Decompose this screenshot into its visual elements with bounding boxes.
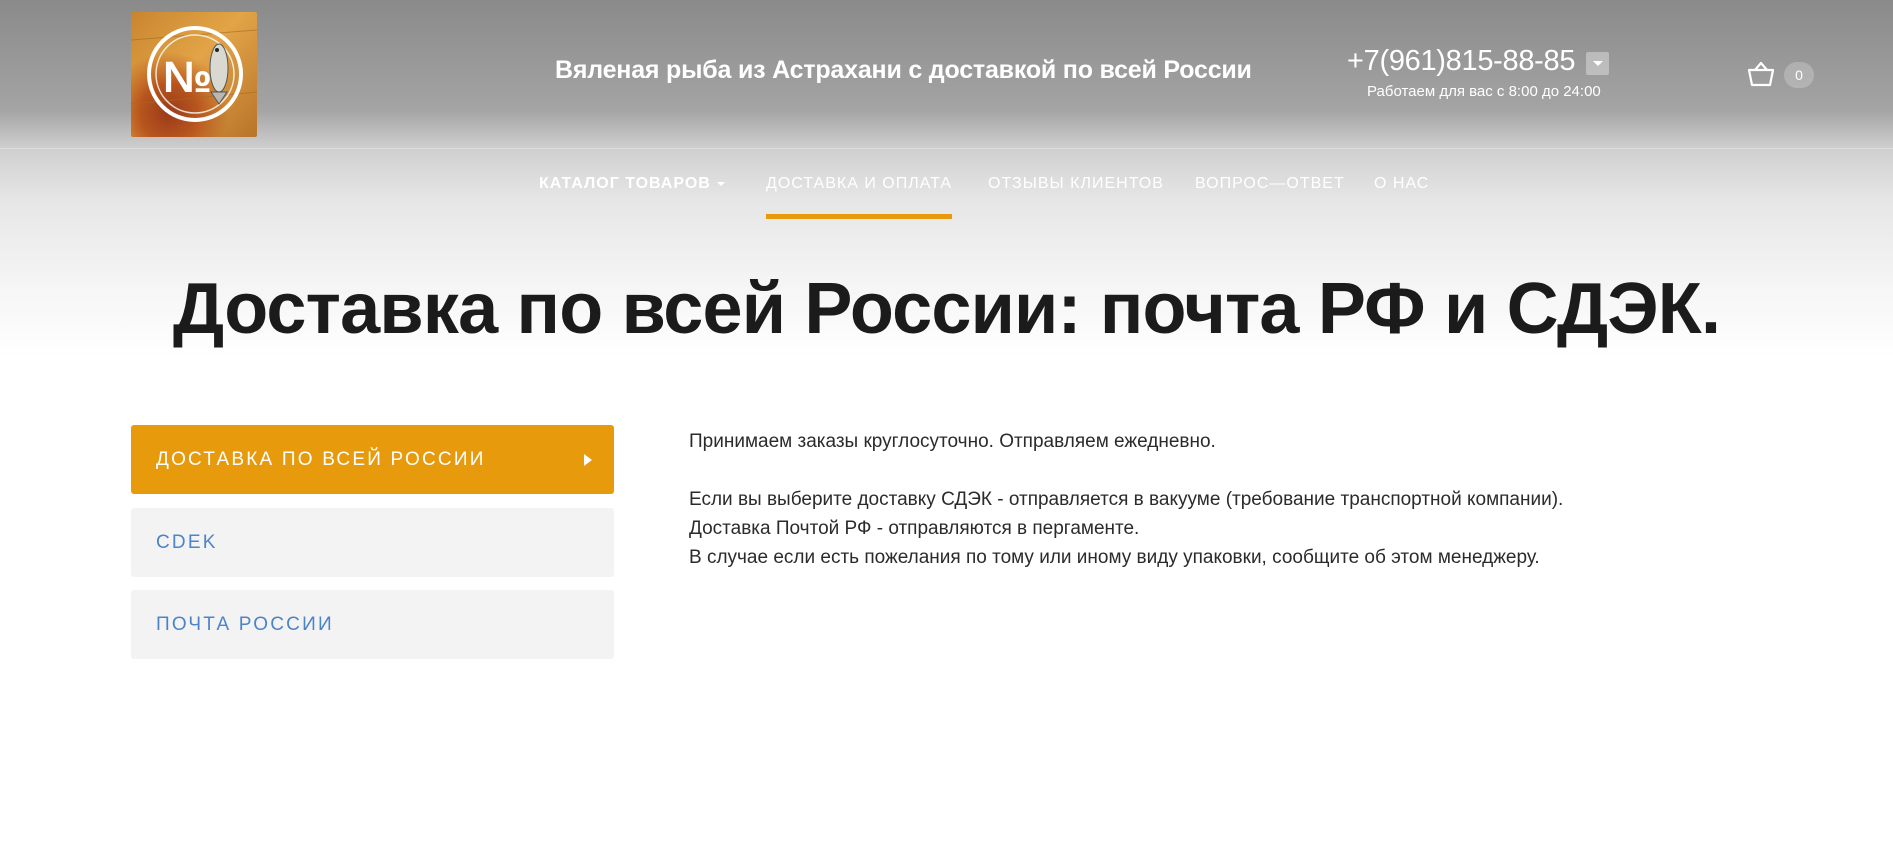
site-logo[interactable]: №: [131, 12, 257, 137]
site-tagline: Вяленая рыба из Астрахани с доставкой по…: [555, 56, 1252, 84]
fish-icon: [209, 43, 229, 105]
caret-right-icon: [584, 454, 592, 466]
delivery-info: Принимаем заказы круглосуточно. Отправля…: [689, 427, 1689, 572]
sidebar-item-label: ДОСТАВКА ПО ВСЕЙ РОССИИ: [156, 449, 486, 470]
main-navigation: КАТАЛОГ ТОВАРОВ ДОСТАВКА И ОПЛАТА ОТЗЫВЫ…: [0, 149, 1893, 221]
nav-item-label: О НАС: [1374, 175, 1430, 192]
nav-item-catalog[interactable]: КАТАЛОГ ТОВАРОВ: [539, 175, 725, 193]
nav-item-label: ВОПРОС—ОТВЕТ: [1195, 175, 1345, 192]
sidebar-item-label: CDEK: [156, 532, 218, 553]
sidebar-item-label: ПОЧТА РОССИИ: [156, 614, 334, 635]
nav-item-label: КАТАЛОГ ТОВАРОВ: [539, 175, 711, 192]
working-hours: Работаем для вас с 8:00 до 24:00: [1367, 83, 1601, 100]
info-line: Доставка Почтой РФ - отправляются в перг…: [689, 518, 1140, 539]
nav-item-about[interactable]: О НАС: [1374, 175, 1429, 193]
cart-count-badge[interactable]: 0: [1784, 62, 1814, 88]
logo-text: №: [163, 53, 212, 102]
nav-item-faq[interactable]: ВОПРОС—ОТВЕТ: [1195, 175, 1345, 193]
page-title: Доставка по всей России: почта РФ и СДЭК…: [172, 269, 1721, 349]
phone-number[interactable]: +7(961)815-88-85: [1347, 45, 1575, 78]
phone-dropdown-chevron-icon[interactable]: [1586, 52, 1609, 75]
nav-item-reviews[interactable]: ОТЗЫВЫ КЛИЕНТОВ: [988, 175, 1164, 193]
sidebar-item-cdek[interactable]: CDEK: [131, 508, 614, 577]
sidebar-item-russian-post[interactable]: ПОЧТА РОССИИ: [131, 590, 614, 659]
basket-icon[interactable]: [1746, 60, 1776, 88]
nav-item-label: ДОСТАВКА И ОПЛАТА: [766, 175, 953, 192]
active-nav-indicator: [766, 214, 952, 219]
info-line: Если вы выберите доставку СДЭК - отправл…: [689, 489, 1564, 510]
info-line: Принимаем заказы круглосуточно. Отправля…: [689, 431, 1216, 452]
info-line: В случае если есть пожелания по тому или…: [689, 547, 1540, 568]
sidebar-item-delivery-russia[interactable]: ДОСТАВКА ПО ВСЕЙ РОССИИ: [131, 425, 614, 494]
nav-item-label: ОТЗЫВЫ КЛИЕНТОВ: [988, 175, 1164, 192]
chevron-down-icon: [716, 181, 725, 186]
nav-item-delivery[interactable]: ДОСТАВКА И ОПЛАТА: [766, 175, 952, 193]
